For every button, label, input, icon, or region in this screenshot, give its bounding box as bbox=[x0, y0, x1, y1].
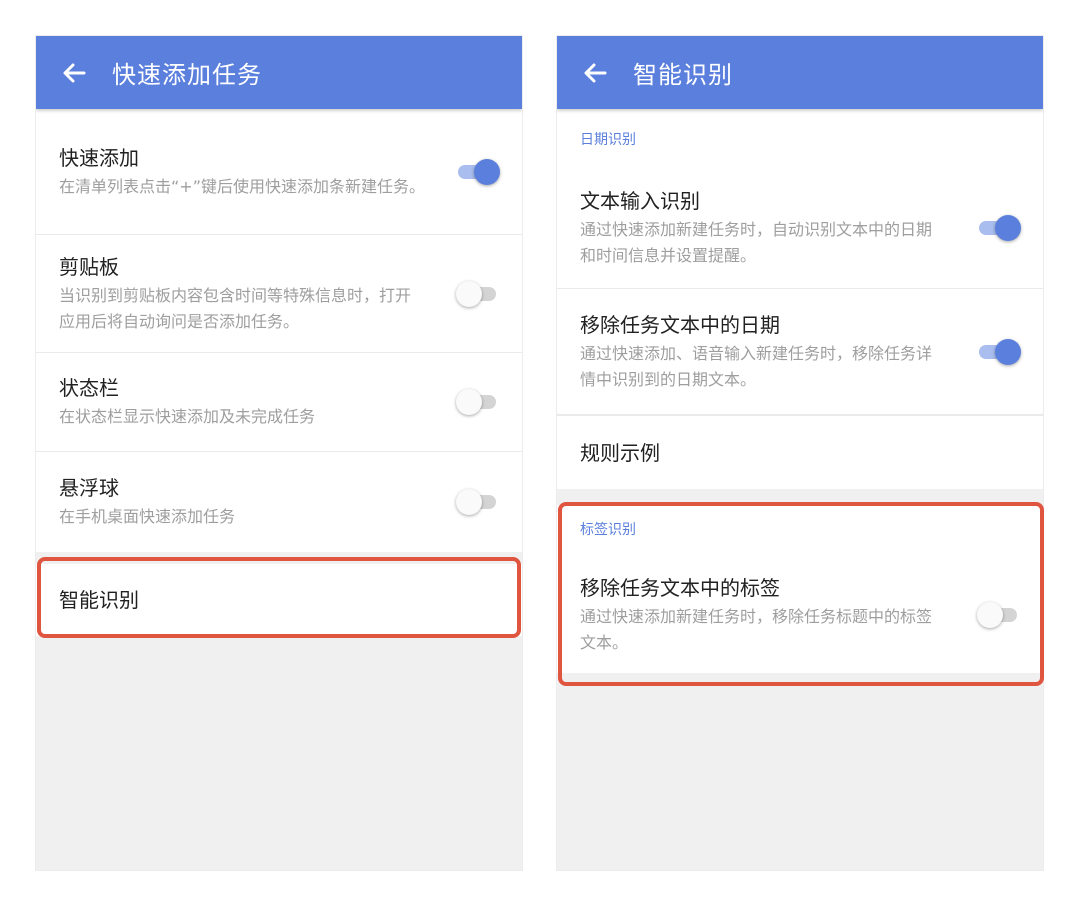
settings-list-2: 智能识别 bbox=[36, 564, 522, 636]
section-header-tag: 标签识别 bbox=[557, 505, 1043, 557]
setting-title: 智能识别 bbox=[59, 588, 139, 612]
setting-title: 快速添加 bbox=[59, 145, 139, 170]
settings-list: 快速添加 在清单列表点击“+”键后使用快速添加条新建任务。 剪贴板 当识别到剪贴… bbox=[36, 109, 522, 552]
status-bar-toggle[interactable] bbox=[456, 387, 500, 417]
setting-title: 移除任务文本中的标签 bbox=[580, 576, 780, 600]
setting-row-clipboard[interactable]: 剪贴板 当识别到剪贴板内容包含时间等特殊信息时，打开应用后将自动询问是否添加任务… bbox=[36, 235, 522, 353]
setting-description: 在清单列表点击“+”键后使用快速添加条新建任务。 bbox=[59, 176, 425, 196]
app-bar: 快速添加任务 bbox=[36, 36, 522, 109]
setting-description: 通过快速添加、语音输入新建任务时，移除任务详情中识别到的日期文本。 bbox=[580, 343, 933, 389]
setting-description: 在状态栏显示快速添加及未完成任务 bbox=[59, 407, 316, 426]
setting-title: 悬浮球 bbox=[59, 476, 119, 500]
setting-row-status-bar[interactable]: 状态栏 在状态栏显示快速添加及未完成任务 bbox=[36, 353, 522, 452]
text-input-recognition-toggle[interactable] bbox=[977, 213, 1021, 243]
setting-title: 文本输入识别 bbox=[580, 188, 700, 213]
quick-add-toggle[interactable] bbox=[456, 157, 500, 187]
section-header-date: 日期识别 bbox=[557, 109, 1043, 167]
floating-ball-toggle[interactable] bbox=[456, 487, 500, 517]
clipboard-toggle[interactable] bbox=[456, 279, 500, 309]
setting-row-text-input-recognition[interactable]: 文本输入识别 通过快速添加新建任务时，自动识别文本中的日期和时间信息并设置提醒。 bbox=[557, 167, 1043, 289]
setting-row-floating-ball[interactable]: 悬浮球 在手机桌面快速添加任务 bbox=[36, 452, 522, 552]
setting-description: 通过快速添加新建任务时，自动识别文本中的日期和时间信息并设置提醒。 bbox=[580, 219, 933, 265]
date-recognition-section: 日期识别 文本输入识别 通过快速添加新建任务时，自动识别文本中的日期和时间信息并… bbox=[557, 109, 1043, 489]
setting-description: 在手机桌面快速添加任务 bbox=[59, 507, 236, 526]
quick-add-settings-screen: 快速添加任务 快速添加 在清单列表点击“+”键后使用快速添加条新建任务。 剪贴板… bbox=[36, 36, 522, 870]
app-bar: 智能识别 bbox=[557, 36, 1043, 109]
setting-title: 规则示例 bbox=[580, 440, 660, 465]
tag-recognition-section: 标签识别 移除任务文本中的标签 通过快速添加新建任务时，移除任务标题中的标签文本… bbox=[557, 505, 1043, 673]
setting-title: 剪贴板 bbox=[59, 254, 119, 279]
page-title: 智能识别 bbox=[633, 61, 733, 89]
arrow-left-icon[interactable] bbox=[581, 59, 609, 87]
setting-row-smart-recognition[interactable]: 智能识别 bbox=[36, 564, 522, 636]
arrow-left-icon[interactable] bbox=[60, 59, 88, 87]
setting-title: 移除任务文本中的日期 bbox=[580, 312, 780, 337]
setting-title: 状态栏 bbox=[59, 376, 119, 400]
setting-row-remove-tag[interactable]: 移除任务文本中的标签 通过快速添加新建任务时，移除任务标题中的标签文本。 bbox=[557, 557, 1043, 673]
remove-tag-toggle[interactable] bbox=[977, 600, 1021, 630]
setting-description: 当识别到剪贴板内容包含时间等特殊信息时，打开应用后将自动询问是否添加任务。 bbox=[59, 285, 412, 331]
setting-row-rule-examples[interactable]: 规则示例 bbox=[557, 415, 1043, 489]
remove-date-toggle[interactable] bbox=[977, 337, 1021, 367]
setting-row-remove-date[interactable]: 移除任务文本中的日期 通过快速添加、语音输入新建任务时，移除任务详情中识别到的日… bbox=[557, 289, 1043, 415]
page-title: 快速添加任务 bbox=[112, 61, 262, 89]
setting-row-quick-add[interactable]: 快速添加 在清单列表点击“+”键后使用快速添加条新建任务。 bbox=[36, 109, 522, 235]
setting-description: 通过快速添加新建任务时，移除任务标题中的标签文本。 bbox=[580, 607, 933, 652]
smart-recognition-screen: 智能识别 日期识别 文本输入识别 通过快速添加新建任务时，自动识别文本中的日期和… bbox=[557, 36, 1043, 870]
